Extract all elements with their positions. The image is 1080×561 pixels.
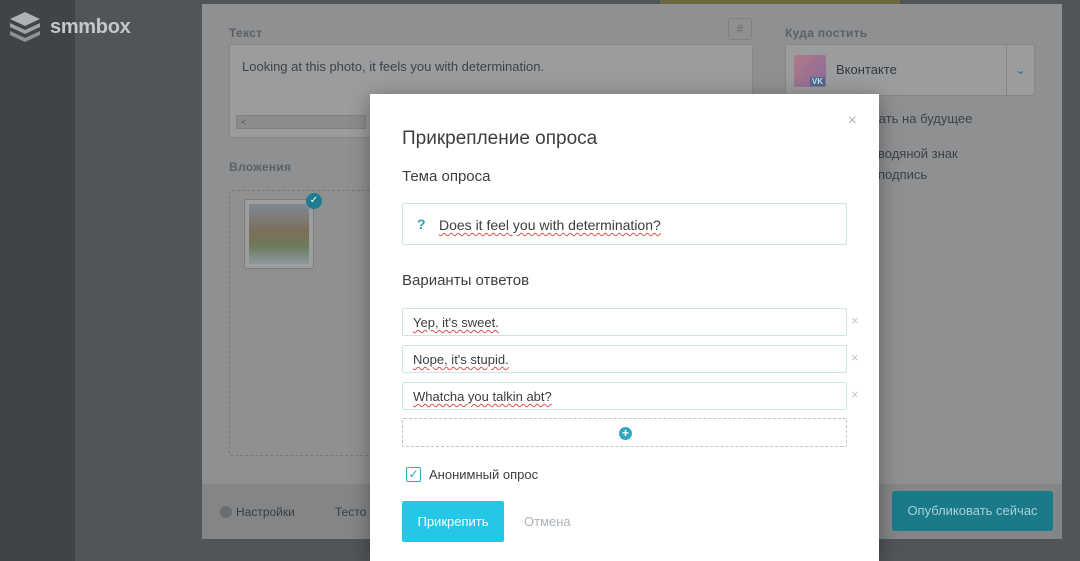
- app-logo[interactable]: smmbox: [8, 10, 131, 44]
- cancel-button[interactable]: Отмена: [524, 514, 571, 529]
- remove-answer-icon[interactable]: ×: [851, 350, 859, 365]
- answer-options-label: Варианты ответов: [402, 272, 530, 289]
- destination-name: Вконтакте: [836, 62, 897, 77]
- watermark-option[interactable]: водяной знак: [878, 146, 958, 161]
- answer-input[interactable]: Whatcha you talkin abt?: [402, 382, 847, 410]
- anonymous-label: Анонимный опрос: [429, 467, 539, 482]
- remove-answer-icon[interactable]: ×: [851, 313, 859, 328]
- answer-value: Yep, it's sweet.: [413, 315, 499, 330]
- post-text-value: Looking at this photo, it feels you with…: [242, 59, 545, 74]
- add-answer-button[interactable]: +: [402, 418, 847, 447]
- schedule-option[interactable]: вать на будущее: [872, 111, 972, 126]
- poll-topic-input[interactable]: ? Does it feel you with determination?: [402, 203, 847, 245]
- anonymous-poll-toggle[interactable]: ✓ Анонимный опрос: [406, 467, 538, 482]
- horizontal-scrollbar[interactable]: <: [236, 115, 366, 129]
- settings-label: Настройки: [236, 505, 295, 519]
- signature-option[interactable]: подпись: [878, 167, 927, 182]
- gear-icon: [220, 506, 232, 518]
- destination-label: Куда постить: [785, 26, 868, 40]
- logo-text: smmbox: [50, 15, 131, 38]
- destination-select[interactable]: VK Вконтакте ⌄: [785, 44, 1035, 96]
- poll-topic-label: Тема опроса: [402, 168, 491, 185]
- answer-value: Whatcha you talkin abt?: [413, 389, 552, 404]
- answer-input[interactable]: Nope, it's stupid.: [402, 345, 847, 373]
- poll-topic-value: Does it feel you with determination?: [439, 217, 661, 233]
- publish-now-button[interactable]: Опубликовать сейчас: [892, 491, 1053, 531]
- settings-button[interactable]: Настройки: [220, 505, 295, 519]
- remove-answer-icon[interactable]: ×: [851, 387, 859, 402]
- question-icon: ?: [417, 216, 426, 232]
- hashtag-button[interactable]: #: [728, 18, 752, 40]
- attach-button[interactable]: Прикрепить: [402, 501, 504, 542]
- attachment-photo: [249, 204, 309, 264]
- anonymous-checkbox[interactable]: ✓: [406, 467, 421, 482]
- attachment-thumbnail[interactable]: [244, 199, 314, 269]
- close-icon[interactable]: ×: [848, 112, 857, 130]
- sidebar: smmbox: [0, 0, 131, 561]
- answer-input[interactable]: Yep, it's sweet.: [402, 308, 847, 336]
- modal-title: Прикрепление опроса: [402, 128, 598, 149]
- attachments-label: Вложения: [229, 160, 292, 174]
- attachments-area[interactable]: ✓: [229, 190, 371, 456]
- answer-value: Nope, it's stupid.: [413, 352, 509, 367]
- chevron-down-icon[interactable]: ⌄: [1006, 45, 1034, 95]
- attachment-selected-icon[interactable]: ✓: [306, 193, 322, 209]
- destination-avatar: VK: [794, 55, 826, 87]
- poll-attach-modal: × Прикрепление опроса Тема опроса ? Does…: [370, 94, 879, 561]
- logo-box-icon: [10, 12, 40, 42]
- vk-badge-icon: VK: [809, 77, 825, 86]
- plus-icon: +: [619, 427, 632, 440]
- text-label: Текст: [229, 26, 263, 40]
- test-button[interactable]: Тесто: [335, 505, 366, 519]
